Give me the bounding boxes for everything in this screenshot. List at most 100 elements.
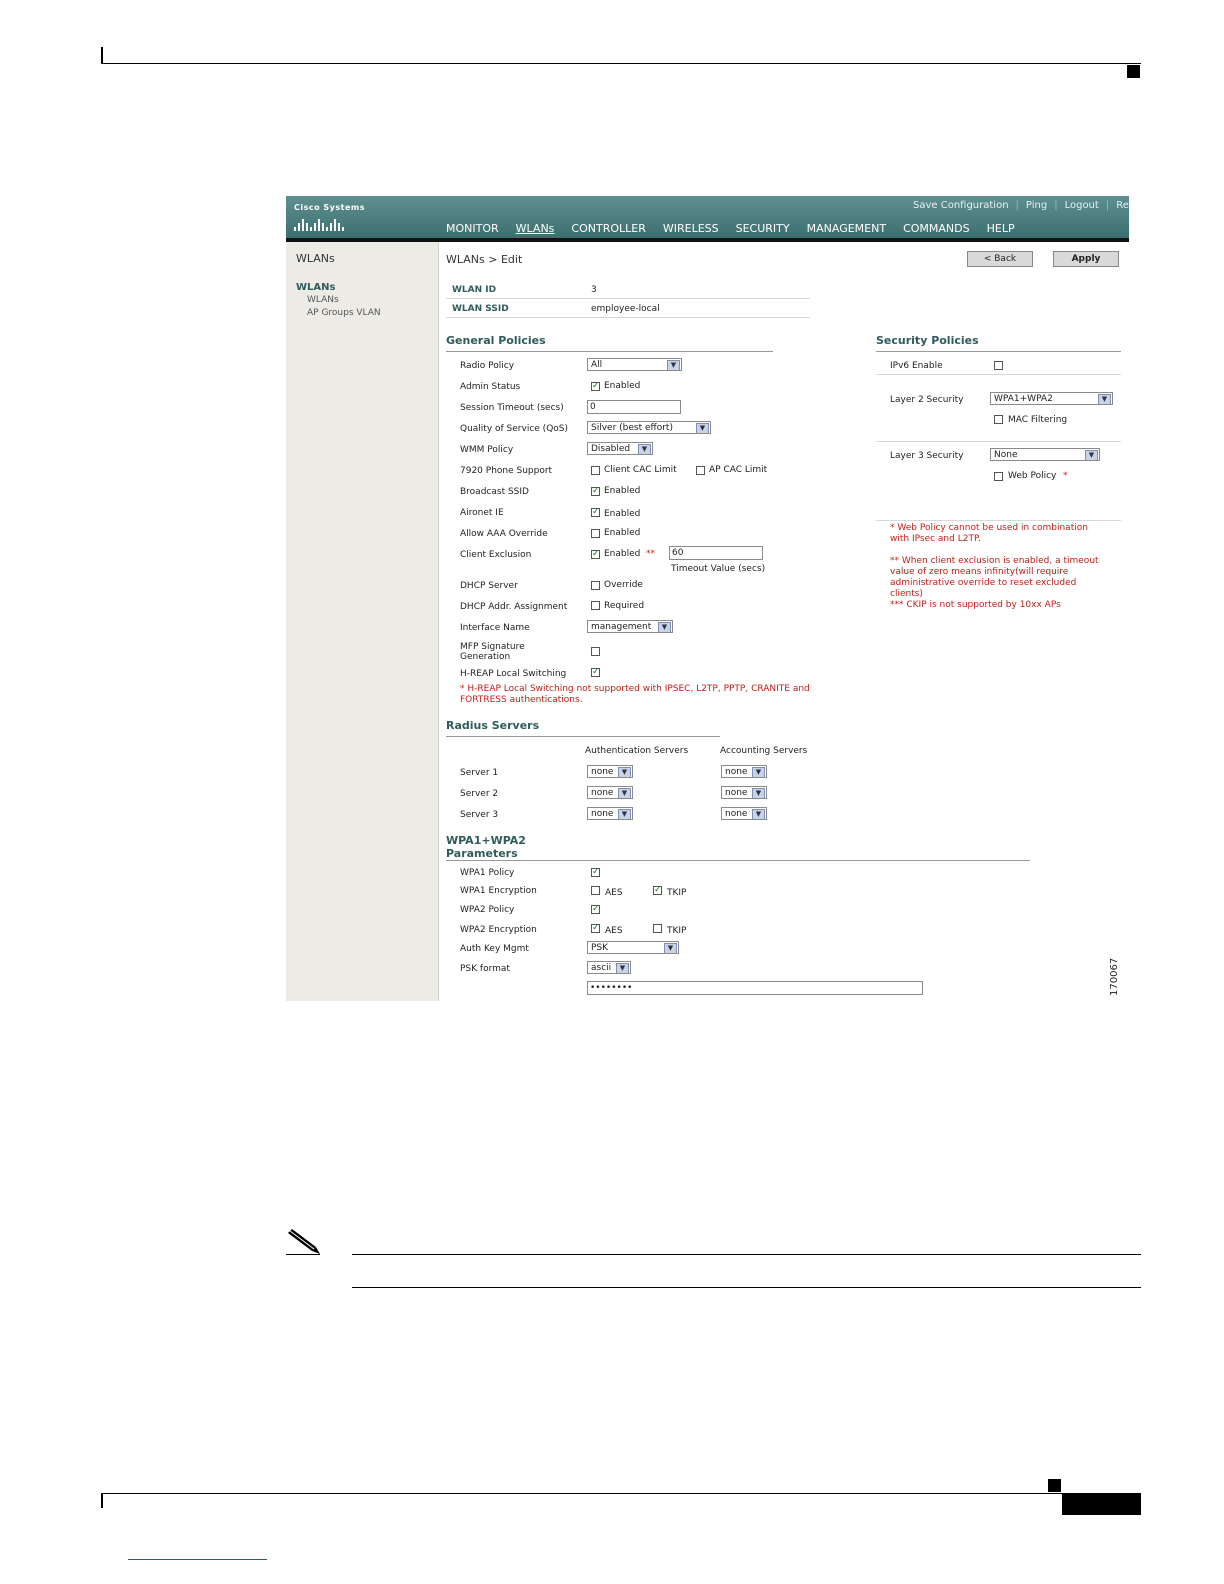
nav-commands[interactable]: COMMANDS <box>903 222 970 235</box>
client-exclusion-label: Client Exclusion <box>460 550 532 560</box>
aironet-ie-checkbox[interactable]: ✓ <box>591 508 600 517</box>
chevron-down-icon: ▼ <box>1098 394 1111 404</box>
psk-password-input[interactable]: •••••••• <box>587 981 923 995</box>
dhcp-server-checkbox[interactable] <box>591 581 600 590</box>
divider <box>876 441 1121 442</box>
footer-link-underline[interactable] <box>128 1559 267 1560</box>
aaa-override-checkbox[interactable] <box>591 529 600 538</box>
server-2-acct-select[interactable]: none ▼ <box>721 786 767 799</box>
breadcrumb: WLANs > Edit <box>446 253 523 266</box>
auth-key-mgmt-value: PSK <box>591 943 609 953</box>
auth-key-mgmt-select[interactable]: PSK ▼ <box>587 941 679 954</box>
acct-servers-header: Accounting Servers <box>720 746 808 756</box>
radio-policy-label: Radio Policy <box>460 361 515 371</box>
wpa2-tkip-checkbox[interactable] <box>653 924 662 933</box>
sidebar-item-wlans[interactable]: WLANs <box>307 295 339 305</box>
link-separator: | <box>1015 200 1019 211</box>
aaa-override-text: Enabled <box>604 528 641 538</box>
layer3-security-select[interactable]: None ▼ <box>990 448 1100 461</box>
radius-servers-title: Radius Servers <box>446 719 540 732</box>
client-exclusion-mark: ** <box>646 549 655 559</box>
nav-security[interactable]: SECURITY <box>736 222 790 235</box>
wpa1-aes-text: AES <box>605 888 623 898</box>
server-3-auth-select[interactable]: none ▼ <box>587 807 633 820</box>
note-bottom-rule <box>352 1287 1141 1288</box>
mfp-checkbox[interactable] <box>591 647 600 656</box>
wpa1-tkip-text: TKIP <box>667 888 687 898</box>
server-3-auth-value: none <box>591 809 614 819</box>
wpa1-tkip-checkbox[interactable]: ✓ <box>653 886 662 895</box>
server-1-auth-select[interactable]: none ▼ <box>587 765 633 778</box>
dhcp-assignment-checkbox[interactable] <box>591 601 600 610</box>
wmm-policy-label: WMM Policy <box>460 445 514 455</box>
broadcast-ssid-text: Enabled <box>604 486 641 496</box>
wpa2-aes-checkbox[interactable]: ✓ <box>591 924 600 933</box>
mfp-label-line1: MFP Signature <box>460 642 525 652</box>
security-note-0: * Web Policy cannot be used in combinati… <box>890 523 1088 533</box>
sidebar-item-ap-groups-vlan[interactable]: AP Groups VLAN <box>307 308 381 318</box>
mfp-label-line2: Generation <box>460 652 511 662</box>
client-exclusion-timeout-input[interactable]: 60 <box>669 546 763 560</box>
ping-link[interactable]: Ping <box>1026 200 1047 211</box>
layer2-security-select[interactable]: WPA1+WPA2 ▼ <box>990 392 1113 405</box>
nav-management[interactable]: MANAGEMENT <box>807 222 886 235</box>
logout-link[interactable]: Logout <box>1065 200 1099 211</box>
session-timeout-input[interactable]: 0 <box>587 400 681 414</box>
admin-status-checkbox[interactable]: ✓ <box>591 382 600 391</box>
qos-select[interactable]: Silver (best effort) ▼ <box>587 421 711 434</box>
server-1-acct-select[interactable]: none ▼ <box>721 765 767 778</box>
hreap-checkbox[interactable]: ✓ <box>591 668 600 677</box>
mac-filtering-checkbox[interactable] <box>994 415 1003 424</box>
wpa1-aes-checkbox[interactable] <box>591 886 600 895</box>
refresh-link[interactable]: Refres <box>1116 200 1129 211</box>
note-icon-underline <box>286 1254 320 1255</box>
ipv6-enable-checkbox[interactable] <box>994 361 1003 370</box>
client-exclusion-checkbox[interactable]: ✓ <box>591 550 600 559</box>
psk-format-value: ascii <box>591 963 612 973</box>
chevron-down-icon: ▼ <box>667 360 680 370</box>
sidebar-item-wlans-head[interactable]: WLANs <box>296 282 335 293</box>
nav-monitor[interactable]: MONITOR <box>446 222 499 235</box>
nav-wireless[interactable]: WIRELESS <box>663 222 719 235</box>
general-policies-title: General Policies <box>446 334 546 347</box>
page-footer-tick <box>101 1493 103 1508</box>
ap-cac-text: AP CAC Limit <box>709 465 768 475</box>
wpa2-encryption-label: WPA2 Encryption <box>460 925 537 935</box>
wpa2-policy-checkbox[interactable]: ✓ <box>591 905 600 914</box>
dhcp-assignment-label: DHCP Addr. Assignment <box>460 602 568 612</box>
page-header-marker <box>1127 65 1140 78</box>
page-header-tick <box>101 47 103 64</box>
sidebar-title: WLANs <box>296 252 335 265</box>
nav-controller[interactable]: CONTROLLER <box>571 222 645 235</box>
save-configuration-link[interactable]: Save Configuration <box>913 200 1009 211</box>
ap-cac-checkbox[interactable] <box>696 466 705 475</box>
chevron-down-icon: ▼ <box>752 809 765 819</box>
server-2-auth-select[interactable]: none ▼ <box>587 786 633 799</box>
psk-format-select[interactable]: ascii ▼ <box>587 961 631 974</box>
nav-wlans[interactable]: WLANs <box>516 222 555 235</box>
nav-help[interactable]: HELP <box>987 222 1015 235</box>
security-note-3: value of zero means infinity(will requir… <box>890 567 1069 577</box>
back-button[interactable]: < Back <box>967 251 1033 267</box>
server-3-acct-select[interactable]: none ▼ <box>721 807 767 820</box>
wpa1-encryption-label: WPA1 Encryption <box>460 886 537 896</box>
client-cac-checkbox[interactable] <box>591 466 600 475</box>
wpa2-tkip-text: TKIP <box>667 926 687 936</box>
chevron-down-icon: ▼ <box>752 767 765 777</box>
radio-policy-select[interactable]: All ▼ <box>587 358 682 371</box>
wpa1-policy-checkbox[interactable]: ✓ <box>591 868 600 877</box>
broadcast-ssid-checkbox[interactable]: ✓ <box>591 487 600 496</box>
web-policy-checkbox[interactable] <box>994 472 1003 481</box>
brand-name: Cisco Systems <box>294 203 365 212</box>
timeout-value-label: Timeout Value (secs) <box>671 564 766 574</box>
wmm-policy-select[interactable]: Disabled ▼ <box>587 442 653 455</box>
chevron-down-icon: ▼ <box>616 963 629 973</box>
layer3-security-value: None <box>994 450 1018 460</box>
apply-button[interactable]: Apply <box>1053 251 1119 267</box>
chevron-down-icon: ▼ <box>638 444 651 454</box>
interface-name-select[interactable]: management ▼ <box>587 620 673 633</box>
wlan-id-value: 3 <box>591 285 597 295</box>
layer3-security-label: Layer 3 Security <box>890 451 964 461</box>
link-separator: | <box>1054 200 1058 211</box>
server-3-acct-value: none <box>725 809 748 819</box>
